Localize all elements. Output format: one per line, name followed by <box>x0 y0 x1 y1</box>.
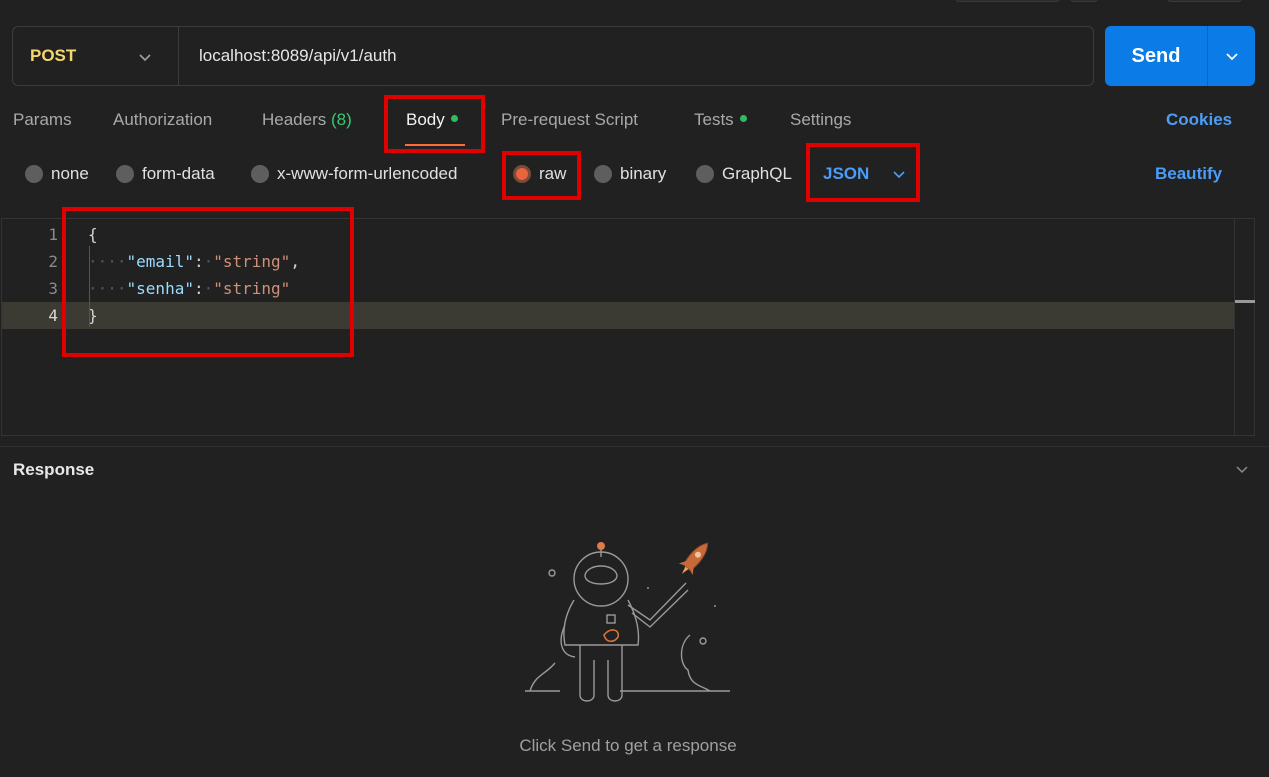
response-empty-message: Click Send to get a response <box>519 736 737 755</box>
top-control-stub <box>1070 0 1098 2</box>
radio-raw[interactable]: raw <box>513 164 566 184</box>
method-selector[interactable]: POST <box>13 27 179 85</box>
beautify-button[interactable]: Beautify <box>1155 164 1222 184</box>
editor-line-current: 4 } <box>2 302 1234 329</box>
editor-line: 3 ····"senha":·"string" <box>2 275 1234 302</box>
code-field: ····"email":·"string", <box>88 252 300 271</box>
code-open-brace: { <box>88 225 98 244</box>
radio-label: none <box>51 164 89 183</box>
line-number: 2 <box>48 252 58 271</box>
active-tab-underline <box>405 144 465 146</box>
tab-settings[interactable]: Settings <box>790 110 851 130</box>
line-number: 3 <box>48 279 58 298</box>
body-indicator-dot <box>450 115 458 123</box>
code-field: ····"senha":·"string" <box>88 279 291 298</box>
tab-label: Tests <box>694 110 734 129</box>
radio-graphql[interactable]: GraphQL <box>696 164 792 184</box>
json-value: "string" <box>213 252 291 271</box>
tests-indicator-dot <box>739 115 747 123</box>
radio-label: binary <box>620 164 667 183</box>
radio-circle <box>25 165 43 183</box>
radio-label: x-www-form-urlencoded <box>277 164 458 183</box>
tab-body[interactable]: Body <box>406 110 458 130</box>
tab-label: Params <box>13 110 72 129</box>
top-control-stub <box>1167 0 1242 2</box>
tab-label: Authorization <box>113 110 213 129</box>
tab-pre-request-script[interactable]: Pre-request Script <box>501 110 638 130</box>
rocket-icon <box>678 542 709 576</box>
chevron-down-icon <box>139 54 151 62</box>
send-button[interactable]: Send <box>1105 45 1207 68</box>
raw-format-label: JSON <box>823 164 870 183</box>
chevron-down-icon[interactable] <box>1234 461 1250 477</box>
radio-x-www-form-urlencoded[interactable]: x-www-form-urlencoded <box>251 164 457 184</box>
response-divider <box>0 446 1269 447</box>
response-title: Response <box>13 460 95 479</box>
radio-none[interactable]: none <box>25 164 89 184</box>
tab-label: Pre-request Script <box>501 110 638 129</box>
radio-binary[interactable]: binary <box>594 164 666 184</box>
tab-authorization[interactable]: Authorization <box>113 110 212 130</box>
radio-circle <box>251 165 269 183</box>
send-options-dropdown[interactable] <box>1208 26 1255 86</box>
tab-params[interactable]: Params <box>13 110 72 130</box>
request-url-bar: POST localhost:8089/api/v1/auth <box>12 26 1094 86</box>
line-number: 4 <box>48 306 58 325</box>
tab-tests[interactable]: Tests <box>694 110 747 130</box>
radio-label: form-data <box>142 164 215 183</box>
indent-guide <box>89 246 90 327</box>
radio-circle <box>696 165 714 183</box>
method-label: POST <box>30 46 77 65</box>
scrollbar-cursor-marker <box>1235 300 1255 303</box>
radio-circle <box>116 165 134 183</box>
astronaut-illustration <box>525 542 730 702</box>
radio-circle-selected <box>513 165 531 183</box>
json-value: "string" <box>213 279 291 298</box>
json-key: "senha" <box>126 279 194 298</box>
json-trailing: , <box>290 252 300 271</box>
chevron-down-icon <box>1225 53 1238 61</box>
body-code-editor[interactable]: 1 { 2 ····"email":·"string", 3 ····"senh… <box>1 218 1255 436</box>
send-button-group: Send <box>1105 26 1255 86</box>
radio-label: GraphQL <box>722 164 792 183</box>
chevron-down-icon <box>893 171 905 179</box>
json-key: "email" <box>126 252 194 271</box>
tab-label: Headers <box>262 110 327 129</box>
url-input[interactable]: localhost:8089/api/v1/auth <box>179 46 397 66</box>
tab-label: Body <box>406 110 445 129</box>
tab-headers[interactable]: Headers (8) <box>262 110 352 130</box>
editor-line: 1 { <box>2 221 1234 248</box>
radio-label: raw <box>539 164 567 183</box>
raw-format-selector[interactable]: JSON <box>823 164 907 184</box>
radio-circle <box>594 165 612 183</box>
editor-scrollbar[interactable] <box>1234 219 1235 435</box>
radio-form-data[interactable]: form-data <box>116 164 215 184</box>
cookies-link[interactable]: Cookies <box>1166 110 1232 130</box>
line-number: 1 <box>48 225 58 244</box>
top-control-stub <box>955 0 1060 2</box>
editor-line: 2 ····"email":·"string", <box>2 248 1234 275</box>
antenna-tip <box>597 542 605 550</box>
headers-count: (8) <box>331 110 352 129</box>
tab-label: Settings <box>790 110 852 129</box>
